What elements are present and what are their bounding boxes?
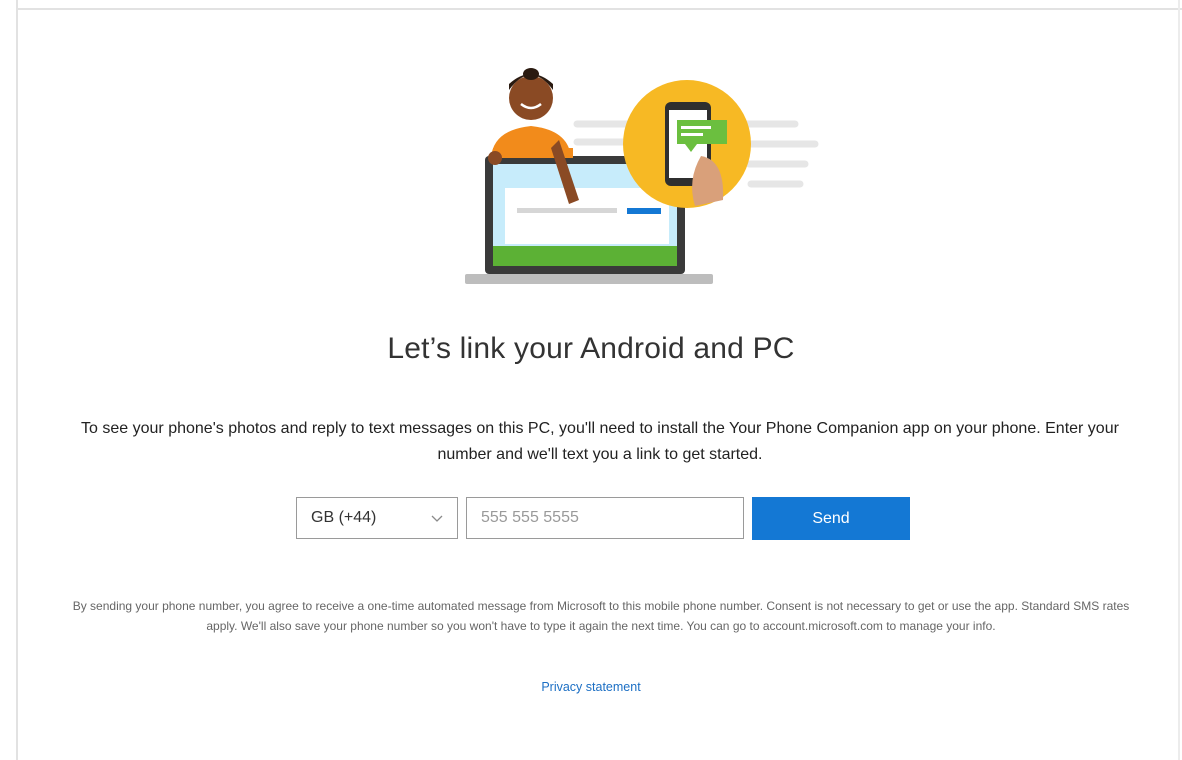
- page-description: To see your phone's photos and reply to …: [81, 420, 1119, 463]
- sms-disclaimer: By sending your phone number, you agree …: [72, 599, 1130, 633]
- window-left-border: [16, 0, 18, 760]
- window-top-border: [16, 0, 1182, 10]
- phone-number-input[interactable]: [466, 497, 744, 539]
- country-code-value: GB (+44): [311, 509, 377, 526]
- app-window: Let’s link your Android and PC To see yo…: [0, 0, 1182, 760]
- page-title: Let’s link your Android and PC: [387, 332, 795, 366]
- country-code-select[interactable]: GB (+44): [296, 497, 458, 539]
- send-button[interactable]: Send: [752, 497, 910, 540]
- hero-illustration: [465, 68, 819, 284]
- window-right-border: [1178, 0, 1180, 760]
- chevron-down-icon: [431, 515, 443, 522]
- phone-message-icon: [623, 80, 751, 208]
- privacy-statement-link[interactable]: Privacy statement: [0, 680, 1182, 694]
